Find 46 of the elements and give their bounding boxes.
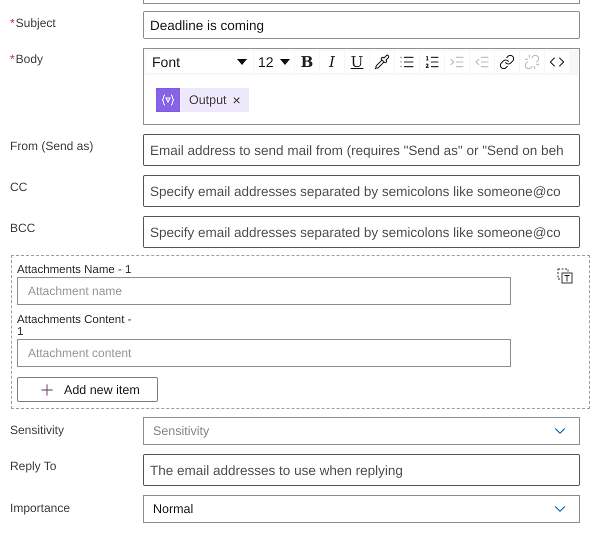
- code-button[interactable]: [545, 51, 569, 73]
- token-label: Output: [188, 93, 228, 107]
- rich-text-editor[interactable]: Font 12 B I U Output ×: [143, 48, 580, 125]
- input-field[interactable]: Specify email addresses separated by semicolons like someone@co: [143, 175, 580, 207]
- input-field[interactable]: Email address to send mail from (requires "Send as" or "Send on beh: [143, 134, 580, 166]
- input-field[interactable]: The email addresses to use when replying: [143, 454, 580, 486]
- remove-button[interactable]: ×: [232, 92, 249, 108]
- indent-icon: [449, 54, 465, 70]
- required-mark: *: [10, 16, 15, 30]
- input-field[interactable]: Specify email addresses separated by semicolons like someone@co: [143, 216, 580, 248]
- label-text: CC: [10, 180, 28, 194]
- required-mark: *: [10, 52, 15, 66]
- numbered-list-icon: [424, 54, 440, 70]
- label-text: From (Send as): [10, 139, 94, 153]
- field-label: Attachments Content - 1: [17, 314, 132, 338]
- numbers-button[interactable]: [420, 51, 444, 73]
- label-text: Body: [16, 52, 44, 66]
- outdent-icon: [474, 54, 490, 70]
- link-icon: [499, 54, 515, 70]
- dropdown-field[interactable]: Normal: [143, 495, 580, 523]
- bold-button[interactable]: B: [295, 51, 319, 73]
- color-button[interactable]: [370, 51, 394, 73]
- bullets-button[interactable]: [395, 51, 419, 73]
- unlink-icon: [524, 54, 540, 70]
- font-dropdown[interactable]: Font: [146, 51, 253, 73]
- add-item-button[interactable]: Add new item: [17, 377, 158, 402]
- link-button[interactable]: [495, 51, 519, 73]
- field-label: Attachments Name - 1: [17, 264, 132, 276]
- input-field[interactable]: Attachment content: [17, 339, 511, 367]
- input-field[interactable]: Attachment name: [17, 277, 511, 305]
- italic-button[interactable]: I: [320, 51, 344, 73]
- input-field[interactable]: [143, 0, 580, 4]
- caret-icon: [237, 59, 247, 65]
- expression-icon: [156, 88, 180, 112]
- text-field-icon: [557, 268, 573, 284]
- caret-icon: [280, 59, 290, 65]
- font-size-dropdown[interactable]: 12: [254, 51, 294, 73]
- label-text: BCC: [10, 221, 36, 235]
- dropdown-field[interactable]: Sensitivity: [143, 417, 580, 445]
- input-field[interactable]: Deadline is coming: [143, 11, 580, 39]
- label-text: Subject: [16, 16, 56, 30]
- label-text: Reply To: [10, 459, 56, 473]
- underline-button[interactable]: U: [345, 51, 369, 73]
- label-text: Importance: [10, 501, 70, 515]
- label-text: Sensitivity: [10, 423, 64, 437]
- pipette-icon: [374, 54, 390, 70]
